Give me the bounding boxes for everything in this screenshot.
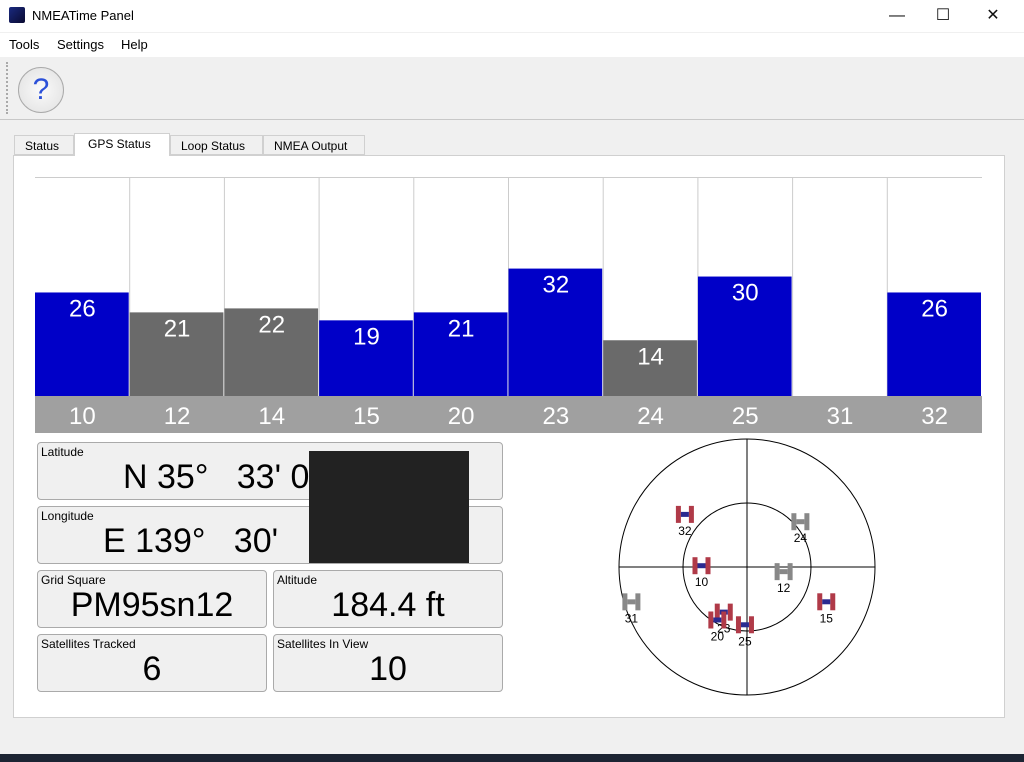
satellite-body <box>713 617 722 623</box>
satellite-prn-label: 32 <box>678 524 692 538</box>
satellites-in-view-value: 10 <box>369 650 407 688</box>
satellite-prn-label: 24 <box>794 531 808 545</box>
satellite-panel-left <box>622 593 628 611</box>
prn-label: 23 <box>542 403 569 430</box>
satellite-panel-right <box>688 505 694 523</box>
tab-status[interactable]: Status <box>14 135 74 155</box>
latitude-label: Latitude <box>41 445 84 459</box>
satellite-panel-right <box>804 513 810 531</box>
prn-label: 10 <box>69 403 96 430</box>
satellites-tracked-box: Satellites Tracked 6 <box>37 634 267 692</box>
menu-tools[interactable]: Tools <box>9 37 39 52</box>
satellite-prn-label: 12 <box>777 581 791 595</box>
satellite-panel-right <box>721 611 727 629</box>
satellite-body <box>822 599 831 605</box>
satellite-panel-right <box>635 593 641 611</box>
sky-plot: 322410 1231 152320 25 <box>512 438 1004 696</box>
bar-value-label: 21 <box>164 315 191 342</box>
redaction-box <box>309 451 469 563</box>
satellite-icon: 32 <box>675 505 694 538</box>
bar-value-label: 26 <box>921 295 948 322</box>
satellite-panel-right <box>787 563 793 581</box>
maximize-button[interactable]: ☐ <box>920 0 966 32</box>
bar-value-label: 32 <box>542 272 569 299</box>
bar-value-label: 14 <box>637 343 664 370</box>
bar-value-label: 30 <box>732 280 759 307</box>
taskbar <box>0 754 1024 762</box>
satellite-icon: 10 <box>692 557 711 589</box>
tab-loop-status[interactable]: Loop Status <box>170 135 263 155</box>
satellite-panel-left <box>774 563 780 581</box>
satellite-icon: 31 <box>622 593 641 625</box>
satellite-body <box>796 519 805 525</box>
menu-bar: Tools Settings Help <box>0 33 1024 57</box>
prn-label: 12 <box>164 403 191 430</box>
satellite-body <box>697 563 706 569</box>
longitude-label: Longitude <box>41 509 94 523</box>
altitude-value: 184.4 ft <box>331 586 445 624</box>
satellite-panel-left <box>692 557 698 575</box>
prn-label: 32 <box>921 403 948 430</box>
satellites-tracked-label: Satellites Tracked <box>41 637 136 651</box>
grid-square-box: Grid Square PM95sn12 <box>37 570 267 628</box>
grid-square-value: PM95sn12 <box>70 586 234 624</box>
satellite-prn-label: 25 <box>738 634 752 648</box>
toolbar-grip[interactable] <box>6 62 8 114</box>
satellite-panel-left <box>791 513 797 531</box>
satellites-in-view-label: Satellites In View <box>277 637 369 651</box>
bar-value-label: 26 <box>69 295 96 322</box>
bar-value-label: 21 <box>448 315 475 342</box>
satellite-icon: 25 <box>735 616 754 648</box>
tab-nmea-output[interactable]: NMEA Output <box>263 135 365 155</box>
title-bar: NMEATime Panel — ☐ ✕ <box>0 0 1024 32</box>
app-icon <box>9 7 25 23</box>
help-button[interactable]: ? <box>18 67 64 113</box>
satellite-body <box>680 511 689 517</box>
satellite-panel-left <box>708 611 714 629</box>
satellite-body <box>779 569 788 575</box>
altitude-label: Altitude <box>277 573 318 587</box>
satellite-panel-left <box>675 505 681 523</box>
prn-label: 20 <box>448 403 475 430</box>
satellites-tracked-value: 6 <box>142 650 162 688</box>
toolbar <box>0 58 1024 120</box>
satellite-prn-label: 10 <box>695 575 709 589</box>
prn-label: 31 <box>827 403 854 430</box>
satellite-prn-label: 20 <box>711 629 725 643</box>
menu-settings[interactable]: Settings <box>57 37 104 52</box>
satellite-panel-left <box>735 616 741 634</box>
satellite-prn-label: 31 <box>625 611 639 625</box>
window-title: NMEATime Panel <box>32 8 134 23</box>
bar-value-label: 19 <box>353 323 380 350</box>
altitude-box: Altitude 184.4 ft <box>273 570 503 628</box>
minimize-button[interactable]: — <box>874 0 920 32</box>
satellite-prn-label: 15 <box>820 611 834 625</box>
tab-gps-status[interactable]: GPS Status <box>74 133 170 156</box>
prn-label: 25 <box>732 403 759 430</box>
close-button[interactable]: ✕ <box>970 0 1016 32</box>
prn-label: 24 <box>637 403 664 430</box>
satellite-panel-right <box>748 616 754 634</box>
satellites-in-view-box: Satellites In View 10 <box>273 634 503 692</box>
grid-square-label: Grid Square <box>41 573 106 587</box>
satellite-body <box>627 599 636 605</box>
satellite-icon: 24 <box>791 513 810 545</box>
menu-help[interactable]: Help <box>121 37 148 52</box>
satellite-panel-right <box>727 603 733 621</box>
satellite-icon: 15 <box>817 593 836 625</box>
signal-strength-chart: 26 10 21 12 22 14 19 15 21 20 32 23 14 24 30 25 31 26 32 <box>35 177 982 433</box>
prn-label: 15 <box>353 403 380 430</box>
prn-label: 14 <box>258 403 285 430</box>
satellite-panel-left <box>817 593 823 611</box>
satellite-icon: 12 <box>774 563 793 595</box>
satellite-panel-right <box>830 593 836 611</box>
bar-value-label: 22 <box>258 311 285 338</box>
satellite-panel-right <box>705 557 711 575</box>
satellite-body <box>740 622 749 628</box>
